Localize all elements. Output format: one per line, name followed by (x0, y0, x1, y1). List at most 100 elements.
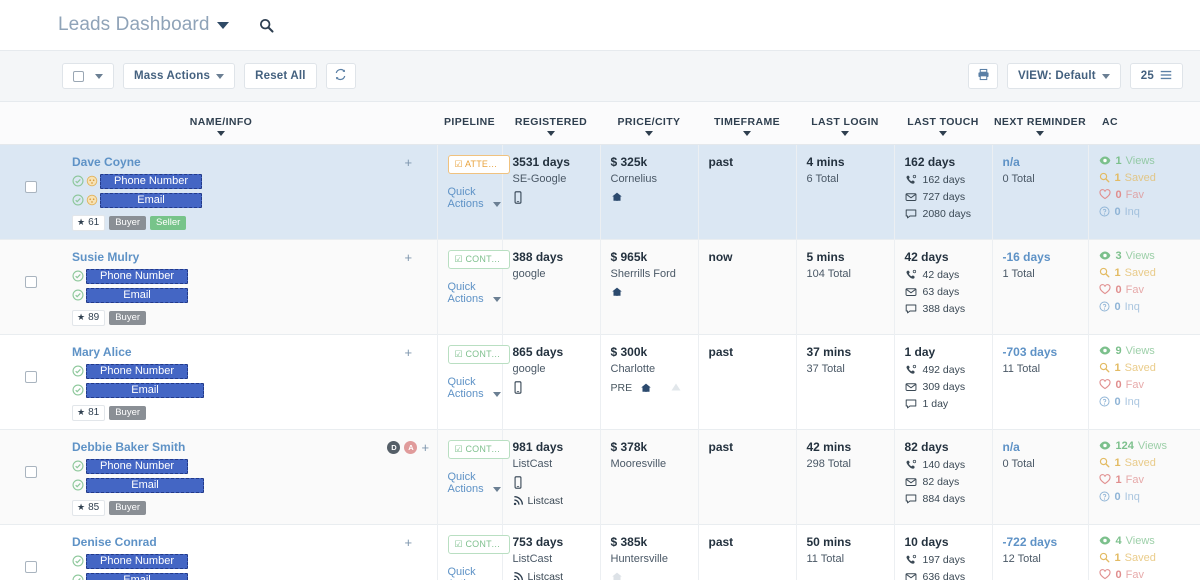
email-highlight[interactable]: Email (86, 477, 204, 493)
chevron-down-icon[interactable] (216, 21, 229, 29)
table-row[interactable]: Susie Mulry Phone Number Email ★ 89 Buyer… (0, 239, 1200, 334)
add-assignee-icon[interactable]: + (404, 346, 412, 359)
last-login-cell: 42 mins 298 Total (795, 429, 894, 524)
name-info-cell: Denise Conrad Phone Number Email ★84 Buy… (62, 524, 380, 580)
row-select-cell[interactable] (0, 429, 62, 524)
col-next-reminder[interactable]: NEXT REMINDER (992, 102, 1088, 145)
mass-actions-button[interactable]: Mass Actions (123, 63, 236, 89)
next-reminder[interactable]: n/a (1003, 155, 1088, 169)
row-select-cell[interactable] (0, 334, 62, 429)
table-row[interactable]: Denise Conrad Phone Number Email ★84 Buy… (0, 524, 1200, 580)
add-assignee-icon[interactable]: + (404, 536, 412, 549)
quick-actions-link[interactable]: Quick Actions (448, 186, 502, 210)
assigned-avatar[interactable]: A (404, 440, 418, 454)
next-reminder-total: 11 Total (1002, 362, 1041, 375)
phone-number-highlight[interactable]: Phone Number (100, 173, 202, 189)
table-row[interactable]: Debbie Baker Smith Phone Number Email ★ 8… (0, 429, 1200, 524)
phone-number-highlight[interactable]: Phone Number (86, 268, 188, 284)
col-activity[interactable]: AC (1088, 102, 1200, 145)
activity-saved: 1 Saved (1099, 552, 1200, 564)
pipeline-status-badge[interactable]: ☑ CONTACTED (447, 344, 510, 364)
house-icon (611, 572, 622, 580)
touch-email: 727 days (905, 191, 992, 203)
next-reminder[interactable]: -703 days (1003, 345, 1088, 359)
saved-search-icon (1099, 267, 1109, 278)
row-select-cell[interactable] (0, 524, 62, 580)
last-login-cell: 4 mins 6 Total (795, 144, 894, 239)
row-select-cell[interactable] (0, 144, 62, 239)
email-line: Email (72, 287, 380, 303)
row-checkbox[interactable] (25, 370, 37, 383)
chevron-down-icon (492, 391, 501, 397)
col-last-touch[interactable]: LAST TOUCH (894, 102, 992, 145)
pipeline-status-badge[interactable]: ☑ CONTACTED (447, 439, 510, 459)
activity-cell: 1 Views 1 Saved 0 Fav 0 Inq (1087, 144, 1200, 239)
touch-call: 492 days (905, 364, 992, 376)
select-all-dropdown[interactable] (62, 63, 114, 89)
print-button[interactable] (968, 63, 998, 89)
lead-name[interactable]: Debbie Baker Smith (72, 440, 380, 454)
lead-name[interactable]: Denise Conrad (72, 535, 380, 549)
pipeline-status-badge[interactable]: ☑ ATTEMPTE... (447, 154, 510, 174)
phone-number-highlight[interactable]: Phone Number (86, 458, 188, 474)
page-size-button[interactable]: 25 (1129, 63, 1183, 89)
feed-icon (513, 571, 523, 580)
next-reminder[interactable]: -722 days (1003, 535, 1088, 549)
phone-number-highlight[interactable]: Phone Number (86, 553, 188, 569)
search-icon[interactable] (259, 18, 274, 33)
sort-caret-icon (217, 131, 225, 136)
next-reminder[interactable]: n/a (1003, 440, 1088, 454)
table-row[interactable]: Dave Coyne Phone Number Email ★ 61 Buyer S… (0, 144, 1200, 239)
lead-name[interactable]: Susie Mulry (72, 250, 380, 264)
last-login-cell: 5 mins 104 Total (795, 239, 894, 334)
registered-days: 3531 days (512, 154, 570, 169)
heart-icon (1098, 379, 1111, 390)
add-assignee-icon[interactable]: + (404, 156, 412, 169)
quick-actions-link[interactable]: Quick Actions (448, 281, 502, 305)
col-last-login[interactable]: LAST LOGIN (796, 102, 894, 145)
chat-icon (905, 398, 916, 408)
row-checkbox[interactable] (25, 275, 37, 288)
table-row[interactable]: Mary Alice Phone Number Email ★ 81 Buyer … (0, 334, 1200, 429)
pipeline-status-badge[interactable]: ☑ CONTACTED (447, 249, 510, 269)
view-selector-button[interactable]: VIEW: Default (1007, 63, 1121, 89)
leads-table-scroll[interactable]: NAME/INFO PIPELINE REGISTERED PRICE/CITY (0, 102, 1200, 580)
add-assignee-icon[interactable]: + (404, 251, 412, 264)
verified-check-icon (72, 175, 84, 187)
refresh-button[interactable] (325, 63, 356, 89)
phone-number-highlight[interactable]: Phone Number (86, 363, 188, 379)
pipeline-status-badge[interactable]: ☑ CONTACTED (447, 534, 510, 554)
assigned-cell: + (380, 334, 437, 429)
saved-search-icon (1099, 172, 1109, 183)
registered-cell: 388 days google (501, 239, 600, 334)
pipeline-cell: ☑ CONTACTED Quick Actions (436, 429, 510, 524)
email-highlight[interactable]: Email (86, 572, 188, 580)
col-price-city[interactable]: PRICE/CITY (600, 102, 698, 145)
select-all-checkbox-icon[interactable] (73, 70, 84, 82)
col-timeframe[interactable]: TIMEFRAME (698, 102, 796, 145)
row-select-cell[interactable] (0, 239, 62, 334)
col-pipeline[interactable]: PIPELINE (437, 102, 502, 145)
price: $ 385k (610, 534, 648, 549)
add-assignee-icon[interactable]: + (421, 441, 429, 454)
col-registered[interactable]: REGISTERED (502, 102, 600, 145)
row-checkbox[interactable] (25, 465, 37, 478)
row-checkbox[interactable] (25, 560, 37, 573)
lead-score: ★ 89 (72, 309, 106, 326)
quick-actions-link[interactable]: Quick Actions (448, 376, 502, 400)
assigned-avatar[interactable]: D (387, 440, 401, 454)
quick-actions-link[interactable]: Quick Actions (448, 471, 502, 495)
assigned-cell: + (380, 144, 437, 239)
email-highlight[interactable]: Email (86, 382, 204, 398)
email-highlight[interactable]: Email (100, 192, 202, 208)
lead-name[interactable]: Mary Alice (72, 345, 380, 359)
lead-name[interactable]: Dave Coyne (72, 155, 380, 169)
timeframe: past (708, 154, 734, 169)
email-highlight[interactable]: Email (86, 287, 188, 303)
next-reminder[interactable]: -16 days (1003, 250, 1088, 264)
row-checkbox[interactable] (25, 180, 37, 193)
next-reminder-total: 1 Total (1002, 267, 1035, 280)
quick-actions-link[interactable]: Quick Actions (448, 566, 502, 580)
col-name-info[interactable]: NAME/INFO (62, 102, 380, 145)
reset-all-button[interactable]: Reset All (244, 63, 317, 89)
